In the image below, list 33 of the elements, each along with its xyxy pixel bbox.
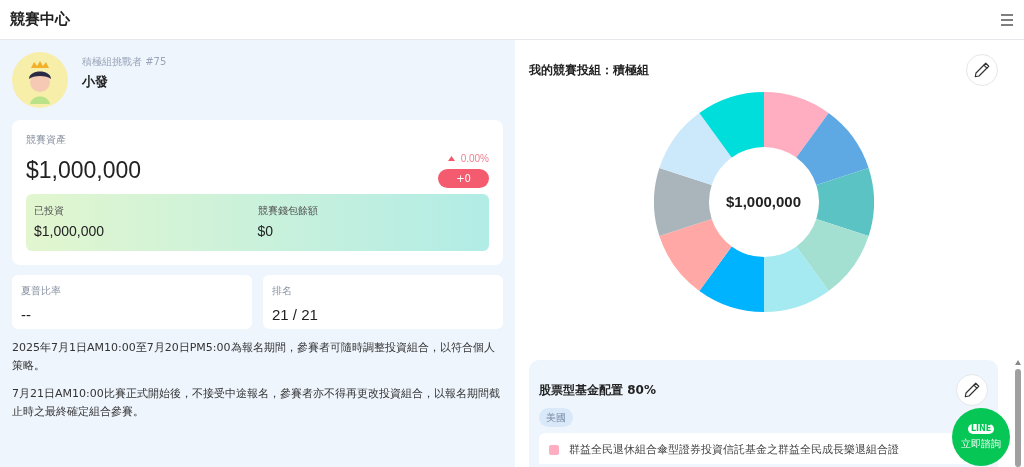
portfolio-title: 我的競賽投組：積極組 <box>529 62 649 79</box>
pencil-icon <box>963 381 981 399</box>
up-triangle-icon <box>447 155 455 161</box>
change-percent: 0.00% <box>460 151 489 166</box>
change-amount-badge: +0 <box>438 168 489 188</box>
wallet-label: 競賽錢包餘額 <box>257 203 319 218</box>
edit-button[interactable] <box>966 54 998 86</box>
assets-value: $1,000,000 <box>26 156 142 185</box>
scrollbar-thumb[interactable] <box>1015 369 1021 467</box>
pencil-icon <box>973 61 991 79</box>
menu-icon[interactable] <box>1000 12 1014 27</box>
player-rank: 積極組挑戰者 #75 <box>82 55 167 69</box>
stat-label: 排名 <box>272 283 293 298</box>
avatar <box>12 52 68 108</box>
fund-name: 群益全民退休組合傘型證券投資信託基金之群益全民成長樂退組合證 <box>569 442 899 457</box>
region-tag: 美國 <box>539 408 573 427</box>
notice-text: 2025年7月1日AM10:00至7月20日PM5:00為報名期間，參賽者可隨時調整投資組合，以符合個人策略。 <box>12 339 496 374</box>
invested-label: 已投資 <box>34 203 65 218</box>
page-title: 競賽中心 <box>10 9 70 31</box>
chart-center-value: $1,000,000 <box>725 191 802 212</box>
allocation-title: 股票型基金配置 80% <box>539 382 656 399</box>
line-logo: LINE <box>967 423 995 434</box>
scroll-up-icon[interactable] <box>1015 360 1021 365</box>
notice-text: 7月21日AM10:00比賽正式開始後，不接受中途報名，參賽者亦不得再更改投資組合，以報名期間截止時之最終確定組合參賽。 <box>12 385 501 420</box>
wallet-value: $0 <box>257 221 275 241</box>
line-consult-button[interactable]: LINE 立即諮詢 <box>952 408 1010 466</box>
assets-label: 競賽資產 <box>26 133 67 147</box>
stat-value: -- <box>21 304 32 325</box>
stat-label: 夏普比率 <box>21 283 62 298</box>
stat-value: 21 / 21 <box>272 304 319 325</box>
edit-button[interactable] <box>956 374 988 406</box>
player-name: 小發 <box>82 73 109 91</box>
invested-value: $1,000,000 <box>34 221 106 241</box>
